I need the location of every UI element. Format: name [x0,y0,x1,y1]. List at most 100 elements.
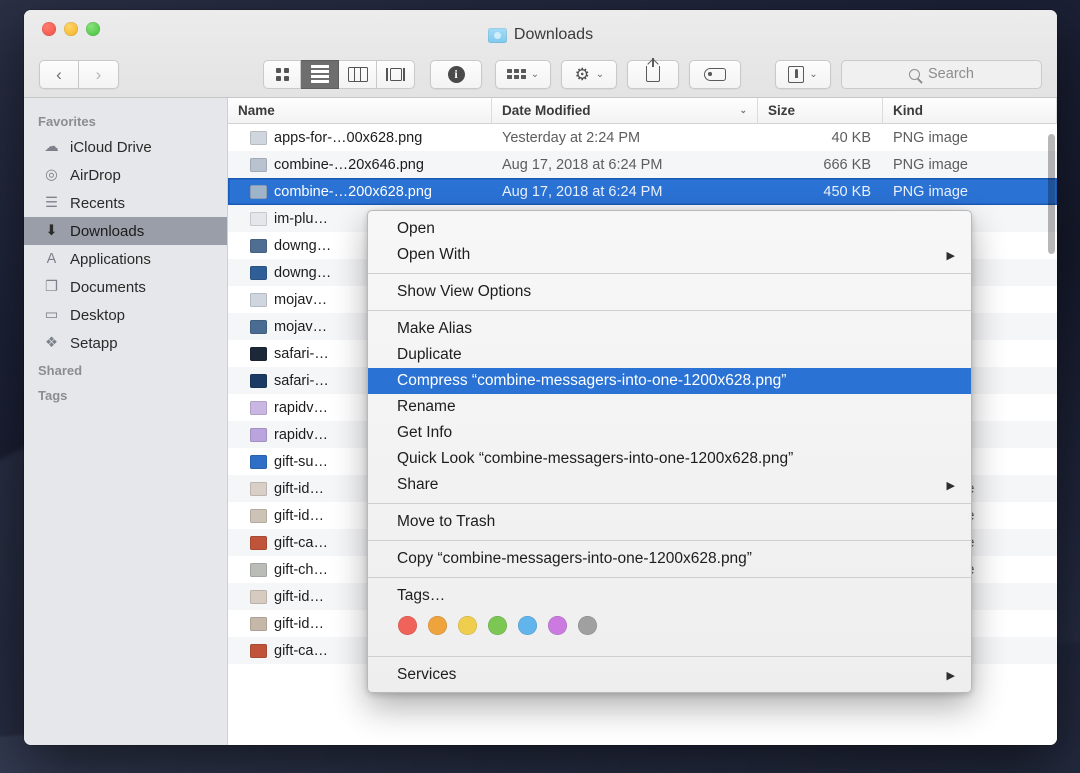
list-icon [310,65,329,83]
tag-color-yellow[interactable] [458,616,477,635]
tag-color-red[interactable] [398,616,417,635]
menu-item-move[interactable]: Move to Trash [368,509,971,535]
file-thumbnail-icon [250,211,267,226]
info-icon: i [447,65,465,83]
sidebar-item-recents[interactable]: ☰ Recents [24,189,227,217]
arrange-icon [506,69,526,79]
tag-color-swatches [368,609,971,651]
file-thumbnail-icon [250,184,267,199]
dropbox-icon [788,65,805,83]
menu-item-make[interactable]: Make Alias [368,316,971,342]
tag-color-gray[interactable] [578,616,597,635]
column-header-kind[interactable]: Kind [883,97,1057,124]
file-name-label: gift-ch… [274,561,328,578]
forward-button[interactable]: › [79,59,119,89]
file-thumbnail-icon [250,643,267,658]
file-name-label: safari-… [274,372,329,389]
tag-color-green[interactable] [488,616,507,635]
sidebar-item-label: Documents [70,278,146,296]
file-kind-cell: PNG image [893,129,968,146]
tag-color-purple[interactable] [548,616,567,635]
menu-item-rename[interactable]: Rename [368,394,971,420]
column-view-button[interactable] [339,59,377,89]
menu-item-quick[interactable]: Quick Look “combine-messagers-into-one-1… [368,446,971,472]
file-name-label: mojav… [274,291,328,308]
menu-separator [368,310,971,311]
file-size-cell: 40 KB [831,129,872,146]
chevron-down-icon: ⌄ [739,105,747,115]
chevron-right-icon: › [95,64,102,84]
table-row[interactable]: combine-…200x628.png Aug 17, 2018 at 6:24… [228,178,1057,205]
toolbar: ‹ › i ⌄ ⚙ ⌄ ⌄ Search [24,54,1057,94]
file-name-label: rapidv… [274,399,328,416]
menu-item-show[interactable]: Show View Options [368,279,971,305]
back-button[interactable]: ‹ [39,59,79,89]
table-row[interactable]: apps-for-…00x628.png Yesterday at 2:24 PM… [228,124,1057,151]
menu-item-label: Services [397,666,457,683]
file-name-label: gift-su… [274,453,328,470]
get-info-button[interactable]: i [430,59,482,89]
column-header-name[interactable]: Name [228,97,492,124]
menu-item-share[interactable]: Share ▶ [368,472,971,498]
menu-item-services[interactable]: Services ▶ [368,662,971,688]
menu-item-label: Get Info [397,424,453,441]
column-header-size[interactable]: Size [758,97,883,124]
edit-tags-button[interactable] [689,59,741,89]
menu-item-tags[interactable]: Tags… [368,583,971,609]
share-icon [646,58,660,82]
airdrop-icon: ◎ [45,167,58,183]
tag-color-blue[interactable] [518,616,537,635]
sidebar-item-desktop[interactable]: ▭ Desktop [24,301,227,329]
menu-item-open[interactable]: Open [368,216,971,242]
tag-color-orange[interactable] [428,616,447,635]
file-thumbnail-icon [250,508,267,523]
file-name-label: combine-…200x628.png [274,183,432,200]
cover-flow-button[interactable] [377,59,415,89]
sidebar-item-setapp[interactable]: ❖ Setapp [24,329,227,357]
menu-item-open[interactable]: Open With ▶ [368,242,971,268]
file-name-label: gift-ca… [274,642,328,659]
gear-icon: ⚙ [574,64,590,84]
icon-view-button[interactable] [263,59,301,89]
file-name-label: downg… [274,237,332,254]
menu-item-compress[interactable]: Compress “combine-messagers-into-one-120… [368,368,971,394]
share-button[interactable] [627,58,679,89]
file-name-label: downg… [274,264,332,281]
file-name-label: combine-…20x646.png [274,156,424,173]
desktop-icon: ▭ [44,307,59,323]
column-header-date[interactable]: Date Modified ⌄ [492,97,758,124]
file-thumbnail-icon [250,454,267,469]
sidebar-item-icloud-drive[interactable]: ☁ iCloud Drive [24,133,227,161]
file-name-cell: combine-…200x628.png [228,184,492,200]
sidebar-item-downloads[interactable]: ⬇ Downloads [24,217,227,245]
sidebar-item-airdrop[interactable]: ◎ AirDrop [24,161,227,189]
file-name-cell: apps-for-…00x628.png [228,130,492,146]
column-headers: Name Date Modified ⌄ Size Kind [228,97,1057,124]
sidebar-section-header: Tags [38,388,68,403]
menu-item-copy[interactable]: Copy “combine-messagers-into-one-1200x62… [368,546,971,572]
coverflow-icon [386,67,405,81]
vertical-scrollbar[interactable] [1048,128,1055,741]
file-thumbnail-icon [250,130,267,145]
menu-item-duplicate[interactable]: Duplicate [368,342,971,368]
table-row[interactable]: combine-…20x646.png Aug 17, 2018 at 6:24 … [228,151,1057,178]
submenu-arrow-icon: ▶ [946,669,955,682]
sidebar-item-documents[interactable]: ❐ Documents [24,273,227,301]
scrollbar-thumb[interactable] [1048,134,1055,254]
file-thumbnail-icon [250,616,267,631]
action-button[interactable]: ⚙ ⌄ [561,59,617,89]
sidebar-item-applications[interactable]: A Applications [24,245,227,273]
dropbox-button[interactable]: ⌄ [775,59,831,89]
arrange-button[interactable]: ⌄ [495,59,551,89]
menu-item-get[interactable]: Get Info [368,420,971,446]
list-view-button[interactable] [301,59,339,89]
applications-icon: A [46,251,57,267]
menu-item-label: Rename [397,398,456,415]
search-input[interactable]: Search [841,59,1042,89]
sidebar-section-header: Favorites [38,114,96,129]
menu-item-label: Open With [397,246,471,263]
file-thumbnail-icon [250,346,267,361]
tag-icon [704,67,726,81]
file-name-label: gift-ca… [274,534,328,551]
menu-separator [368,503,971,504]
